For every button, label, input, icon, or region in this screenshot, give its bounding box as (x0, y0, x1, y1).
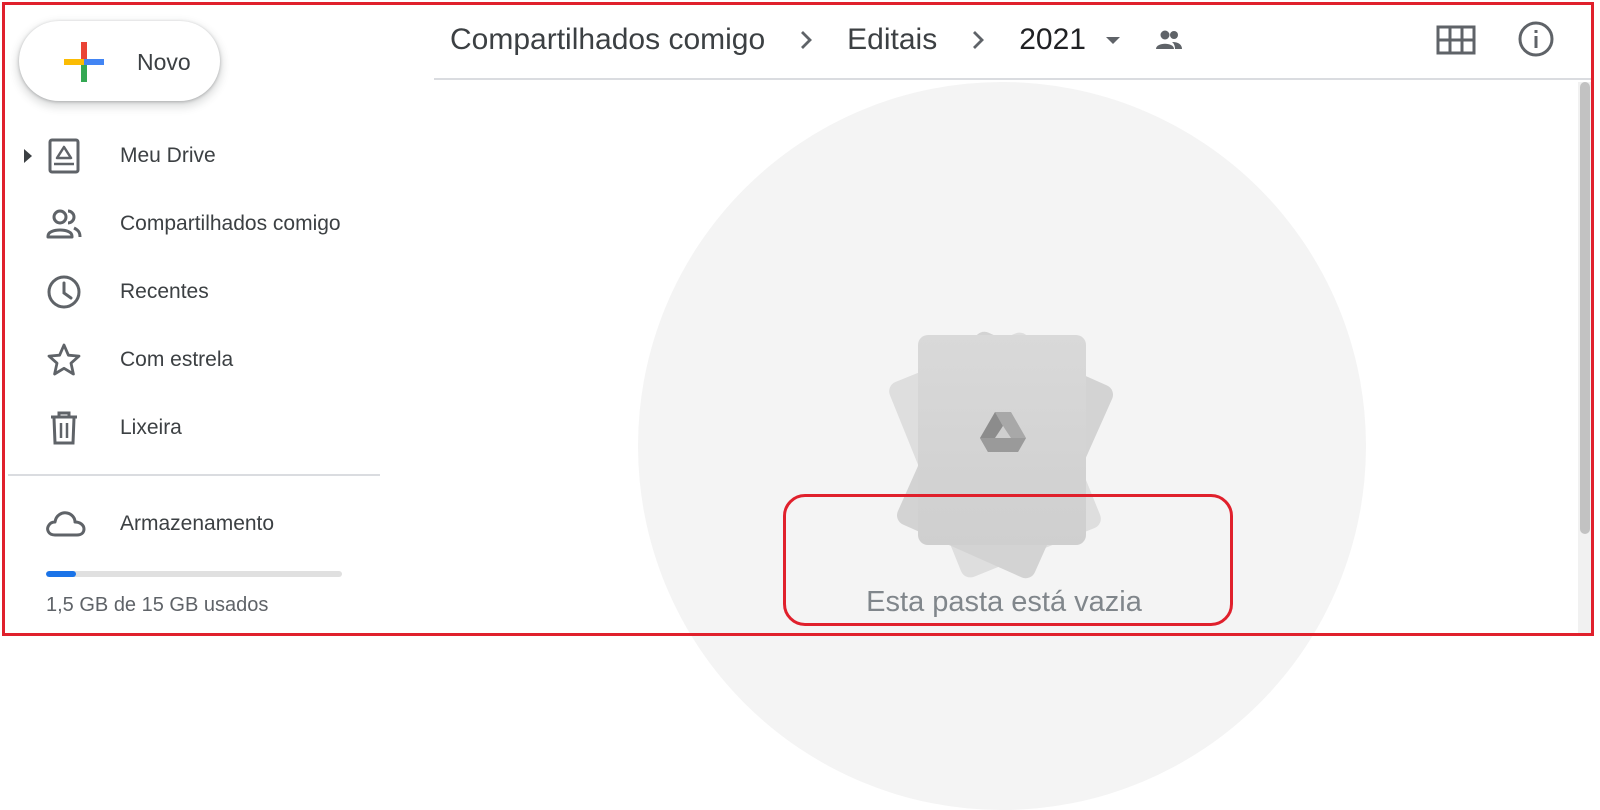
sidebar-item-storage[interactable]: Armazenamento (0, 496, 380, 552)
sidebar-item-label: Com estrela (120, 348, 234, 371)
new-button[interactable]: Novo (19, 21, 220, 101)
sidebar-item-recent[interactable]: Recentes (0, 264, 380, 320)
trash-icon (51, 411, 77, 445)
sidebar-item-shared-with-me[interactable]: Compartilhados comigo (0, 196, 380, 252)
sidebar-item-label: Meu Drive (120, 144, 216, 167)
sidebar-item-label: Recentes (120, 280, 209, 303)
chevron-right-icon (973, 31, 985, 49)
toolbar-divider (434, 78, 1594, 80)
expand-arrow-icon (24, 149, 32, 163)
storage-usage-fill (46, 571, 76, 577)
info-icon[interactable] (1514, 17, 1558, 61)
empty-folder-message: Esta pasta está vazia (866, 586, 1142, 618)
sidebar-item-label: Lixeira (120, 416, 182, 439)
chevron-right-icon (801, 31, 813, 49)
plus-icon (64, 42, 104, 82)
drive-logo-icon (980, 412, 1026, 452)
grid-view-icon[interactable] (1434, 18, 1478, 62)
shared-folder-icon (1155, 30, 1182, 49)
storage-usage-text: 1,5 GB de 15 GB usados (46, 594, 269, 616)
sidebar-item-trash[interactable]: Lixeira (0, 400, 380, 456)
clock-icon (47, 275, 81, 309)
cloud-icon (46, 511, 86, 537)
sidebar-item-my-drive[interactable]: Meu Drive (0, 128, 380, 184)
scrollbar-thumb[interactable] (1580, 82, 1590, 534)
breadcrumb-item-editais[interactable]: Editais (847, 23, 937, 57)
breadcrumb: Compartilhados comigo Editais 2021 (450, 18, 1184, 62)
breadcrumb-item-shared-with-me[interactable]: Compartilhados comigo (450, 23, 765, 57)
people-icon (46, 209, 82, 239)
new-button-label: Novo (137, 49, 191, 75)
storage-usage-bar (46, 571, 342, 577)
sidebar-item-label: Compartilhados comigo (120, 212, 341, 235)
breadcrumb-current-folder[interactable]: 2021 (1019, 23, 1086, 57)
star-icon (47, 343, 81, 376)
sidebar-divider (8, 474, 380, 476)
storage-label: Armazenamento (120, 512, 275, 535)
my-drive-icon (48, 138, 80, 174)
dropdown-arrow-icon[interactable] (1102, 29, 1124, 51)
sidebar-item-starred[interactable]: Com estrela (0, 332, 380, 388)
